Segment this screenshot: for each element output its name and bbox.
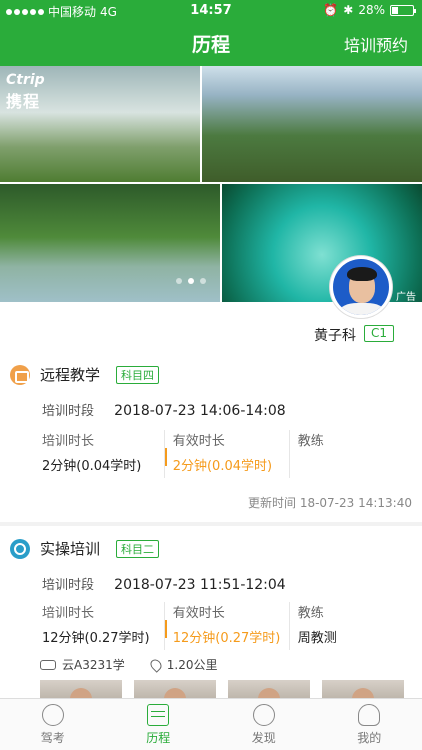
- tab-label: 发现: [251, 730, 276, 745]
- ctrip-logo: Ctrip 携程: [6, 72, 45, 112]
- tab-discover[interactable]: 发现: [211, 699, 317, 750]
- effective-label: 有效时长: [172, 606, 225, 621]
- tab-label: 驾考: [40, 730, 65, 745]
- stats-row: 培训时长 2分钟(0.04学时) 有效时长 2分钟(0.04学时) 教练: [42, 430, 412, 478]
- coach-stat: 教练 周教测: [288, 602, 412, 650]
- avatar[interactable]: [330, 256, 392, 318]
- duration-stat: 培训时长 12分钟(0.27学时): [42, 602, 164, 650]
- banner-photo-grassland: Ctrip 携程: [0, 66, 200, 182]
- carousel-dot-active: [188, 278, 194, 284]
- coach-label: 教练: [297, 434, 324, 449]
- record-title: 远程教学: [40, 366, 101, 384]
- effective-label: 有效时长: [172, 434, 225, 449]
- carousel-dot: [176, 278, 182, 284]
- period-value: 2018-07-23 14:06-14:08: [114, 403, 286, 419]
- subject-badge: 科目四: [116, 365, 160, 384]
- period-row: 培训时段 2018-07-23 11:51-12:04: [42, 574, 286, 593]
- duration-stat: 培训时长 2分钟(0.04学时): [42, 430, 164, 478]
- card-header: 实操培训 科目二: [10, 538, 160, 559]
- period-value: 2018-07-23 11:51-12:04: [114, 577, 286, 593]
- effective-stat: 有效时长 12分钟(0.27学时): [163, 602, 289, 650]
- duration-value: 12分钟(0.27学时): [42, 631, 150, 646]
- battery-percent: 28%: [358, 3, 385, 17]
- location-pin-icon: [147, 656, 164, 673]
- training-record-card[interactable]: 远程教学 科目四 培训时段 2018-07-23 14:06-14:08 培训时…: [0, 352, 422, 522]
- battery-icon: [390, 4, 416, 16]
- calendar-icon: [147, 703, 170, 726]
- logo-en: Ctrip: [6, 72, 45, 88]
- tab-mine[interactable]: 我的: [317, 699, 422, 750]
- banner-photo-lake-boat: [222, 184, 422, 302]
- duration-value: 2分钟(0.04学时): [42, 459, 142, 474]
- remote-teaching-icon: [10, 364, 30, 385]
- alarm-icon: ⏰: [323, 3, 339, 17]
- duration-label: 培训时长: [42, 606, 95, 621]
- tab-exam[interactable]: 驾考: [0, 699, 106, 750]
- steering-wheel-icon: [41, 703, 64, 726]
- period-label: 培训时段: [42, 578, 95, 593]
- record-title: 实操培训: [40, 540, 101, 558]
- car-plate: 云A3231学: [62, 658, 125, 672]
- tab-label: 我的: [357, 730, 382, 745]
- training-booking-button[interactable]: 培训预约: [344, 32, 408, 56]
- carousel-dot: [200, 278, 206, 284]
- effective-stat: 有效时长 2分钟(0.04学时): [163, 430, 289, 478]
- period-label: 培训时段: [42, 404, 95, 419]
- carousel-dots[interactable]: [176, 278, 206, 284]
- effective-value: 12分钟(0.27学时): [172, 631, 281, 646]
- coach-value: 周教测: [297, 631, 337, 646]
- coach-label: 教练: [297, 606, 324, 621]
- card-header: 远程教学 科目四: [10, 364, 160, 385]
- tab-history[interactable]: 历程: [106, 699, 212, 750]
- ad-label: 广告: [396, 292, 416, 302]
- banner-photo-bamboo-river: [0, 184, 220, 302]
- period-row: 培训时段 2018-07-23 14:06-14:08: [42, 400, 286, 419]
- status-bar: 中国移动 4G 14:57 ⏰ ✱ 28%: [0, 0, 422, 22]
- car-icon: [40, 659, 56, 670]
- effective-value: 2分钟(0.04学时): [172, 459, 273, 474]
- tab-label: 历程: [146, 730, 171, 745]
- steering-wheel-icon: [10, 538, 30, 559]
- distance-value: 1.20公里: [166, 658, 218, 672]
- subject-badge: 科目二: [116, 539, 160, 558]
- moon-icon: [252, 703, 275, 726]
- distance-info: 1.20公里: [147, 656, 218, 673]
- license-class-badge: C1: [364, 325, 395, 342]
- bluetooth-icon: ✱: [343, 3, 354, 17]
- duration-label: 培训时长: [42, 434, 95, 449]
- stats-row: 培训时长 12分钟(0.27学时) 有效时长 12分钟(0.27学时) 教练 周…: [42, 602, 412, 650]
- user-icon: [358, 703, 381, 726]
- status-right: ⏰ ✱ 28%: [323, 3, 416, 17]
- student-name: 黄子科: [314, 328, 356, 344]
- car-info: 云A3231学: [40, 656, 125, 673]
- training-record-card[interactable]: 实操培训 科目二 培训时段 2018-07-23 11:51-12:04 培训时…: [0, 526, 422, 702]
- vehicle-meta: 云A3231学 1.20公里: [40, 656, 217, 673]
- logo-cn: 携程: [6, 92, 41, 111]
- banner-photo-mountains: [202, 66, 422, 182]
- bottom-tab-bar: 驾考 历程 发现 我的: [0, 698, 422, 750]
- header-bar: 中国移动 4G 14:57 ⏰ ✱ 28% 历程 培训预约: [0, 0, 422, 66]
- coach-stat: 教练: [288, 430, 412, 478]
- update-time: 更新时间 18-07-23 14:13:40: [248, 496, 412, 510]
